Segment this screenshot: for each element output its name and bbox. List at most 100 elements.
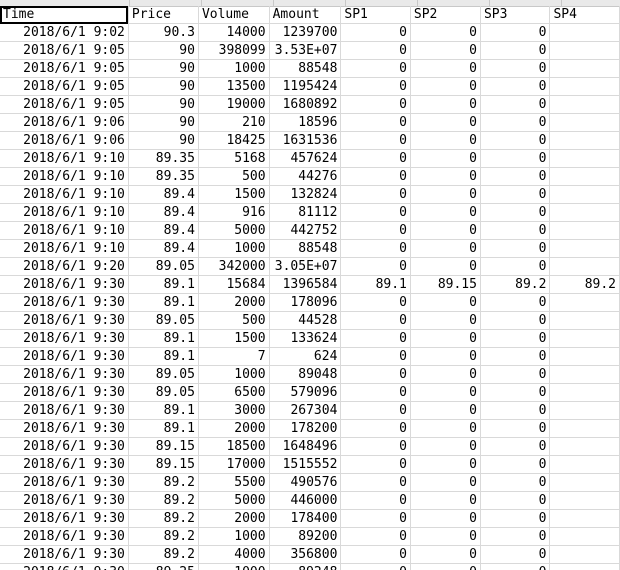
cell-volume[interactable]: 1000 [198, 239, 270, 258]
cell-amount[interactable]: 356800 [269, 545, 342, 564]
cell-sp2[interactable]: 0 [410, 311, 481, 330]
cell-price[interactable]: 89.2 [128, 491, 199, 510]
cell-sp4[interactable] [549, 131, 620, 150]
cell-time[interactable]: 2018/6/1 9:05 [0, 59, 129, 78]
cell-sp2[interactable]: 0 [410, 257, 481, 276]
cell-amount[interactable]: 3.05E+07 [269, 257, 342, 276]
cell-time[interactable]: 2018/6/1 9:30 [0, 455, 129, 474]
cell-sp3[interactable]: 0 [480, 113, 551, 132]
cell-sp1[interactable]: 0 [340, 203, 411, 222]
cell-sp4[interactable] [549, 473, 620, 492]
cell-sp4[interactable] [549, 149, 620, 168]
cell-time[interactable]: 2018/6/1 9:30 [0, 491, 129, 510]
cell-sp1[interactable]: 0 [340, 23, 411, 42]
cell-sp3[interactable]: 0 [480, 383, 551, 402]
cell-sp4[interactable] [549, 59, 620, 78]
header-cell-time[interactable]: Time [0, 6, 129, 24]
cell-sp4[interactable]: 89.2 [549, 275, 620, 294]
cell-amount[interactable]: 1631536 [269, 131, 342, 150]
cell-sp4[interactable] [549, 41, 620, 60]
cell-sp4[interactable] [549, 365, 620, 384]
cell-volume[interactable]: 1500 [198, 185, 270, 204]
cell-sp2[interactable]: 0 [410, 527, 481, 546]
cell-time[interactable]: 2018/6/1 9:30 [0, 563, 129, 570]
cell-price[interactable]: 90 [128, 59, 199, 78]
cell-amount[interactable]: 44276 [269, 167, 342, 186]
cell-sp3[interactable]: 0 [480, 311, 551, 330]
cell-price[interactable]: 89.1 [128, 419, 199, 438]
cell-volume[interactable]: 5168 [198, 149, 270, 168]
cell-time[interactable]: 2018/6/1 9:30 [0, 347, 129, 366]
cell-amount[interactable]: 88548 [269, 59, 342, 78]
cell-sp4[interactable] [549, 221, 620, 240]
header-cell-sp1[interactable]: SP1 [340, 6, 411, 24]
cell-time[interactable]: 2018/6/1 9:30 [0, 509, 129, 528]
cell-sp1[interactable]: 0 [340, 149, 411, 168]
cell-sp2[interactable]: 0 [410, 113, 481, 132]
cell-volume[interactable]: 1500 [198, 329, 270, 348]
cell-sp4[interactable] [549, 437, 620, 456]
cell-time[interactable]: 2018/6/1 9:06 [0, 131, 129, 150]
cell-sp4[interactable] [549, 329, 620, 348]
cell-price[interactable]: 89.4 [128, 239, 199, 258]
cell-time[interactable]: 2018/6/1 9:30 [0, 365, 129, 384]
cell-sp4[interactable] [549, 77, 620, 96]
cell-sp3[interactable]: 0 [480, 329, 551, 348]
cell-sp2[interactable]: 0 [410, 41, 481, 60]
cell-sp3[interactable]: 0 [480, 23, 551, 42]
cell-amount[interactable]: 490576 [269, 473, 342, 492]
header-cell-price[interactable]: Price [128, 6, 199, 24]
cell-sp4[interactable] [549, 23, 620, 42]
cell-sp3[interactable]: 0 [480, 149, 551, 168]
cell-sp1[interactable]: 0 [340, 509, 411, 528]
cell-volume[interactable]: 18500 [198, 437, 270, 456]
cell-sp3[interactable]: 0 [480, 347, 551, 366]
cell-sp2[interactable]: 0 [410, 455, 481, 474]
cell-sp2[interactable]: 0 [410, 329, 481, 348]
cell-time[interactable]: 2018/6/1 9:30 [0, 329, 129, 348]
cell-volume[interactable]: 13500 [198, 77, 270, 96]
cell-sp2[interactable]: 0 [410, 167, 481, 186]
cell-sp2[interactable]: 0 [410, 401, 481, 420]
cell-sp4[interactable] [549, 455, 620, 474]
cell-volume[interactable]: 15684 [198, 275, 270, 294]
cell-sp3[interactable]: 0 [480, 41, 551, 60]
cell-sp2[interactable]: 0 [410, 545, 481, 564]
cell-volume[interactable]: 5000 [198, 491, 270, 510]
cell-volume[interactable]: 17000 [198, 455, 270, 474]
cell-amount[interactable]: 442752 [269, 221, 342, 240]
cell-amount[interactable]: 457624 [269, 149, 342, 168]
cell-sp3[interactable]: 0 [480, 545, 551, 564]
cell-volume[interactable]: 2000 [198, 419, 270, 438]
cell-time[interactable]: 2018/6/1 9:10 [0, 167, 129, 186]
cell-sp2[interactable]: 0 [410, 293, 481, 312]
cell-sp1[interactable]: 0 [340, 491, 411, 510]
cell-sp3[interactable]: 0 [480, 509, 551, 528]
cell-price[interactable]: 89.1 [128, 293, 199, 312]
cell-sp3[interactable]: 0 [480, 491, 551, 510]
cell-sp3[interactable]: 0 [480, 455, 551, 474]
header-cell-volume[interactable]: Volume [198, 6, 270, 24]
cell-sp1[interactable]: 0 [340, 563, 411, 570]
cell-sp4[interactable] [549, 563, 620, 570]
cell-sp2[interactable]: 0 [410, 221, 481, 240]
header-cell-sp4[interactable]: SP4 [549, 6, 620, 24]
cell-sp3[interactable]: 0 [480, 365, 551, 384]
cell-price[interactable]: 90 [128, 95, 199, 114]
cell-sp2[interactable]: 0 [410, 437, 481, 456]
cell-sp4[interactable] [549, 167, 620, 186]
cell-sp3[interactable]: 0 [480, 167, 551, 186]
cell-sp2[interactable]: 0 [410, 59, 481, 78]
cell-amount[interactable]: 3.53E+07 [269, 41, 342, 60]
cell-time[interactable]: 2018/6/1 9:30 [0, 545, 129, 564]
cell-price[interactable]: 89.1 [128, 347, 199, 366]
cell-sp4[interactable] [549, 185, 620, 204]
cell-time[interactable]: 2018/6/1 9:02 [0, 23, 129, 42]
cell-amount[interactable]: 133624 [269, 329, 342, 348]
cell-time[interactable]: 2018/6/1 9:30 [0, 293, 129, 312]
cell-time[interactable]: 2018/6/1 9:05 [0, 77, 129, 96]
cell-time[interactable]: 2018/6/1 9:10 [0, 203, 129, 222]
cell-sp2[interactable]: 0 [410, 419, 481, 438]
cell-price[interactable]: 89.35 [128, 167, 199, 186]
cell-amount[interactable]: 1195424 [269, 77, 342, 96]
